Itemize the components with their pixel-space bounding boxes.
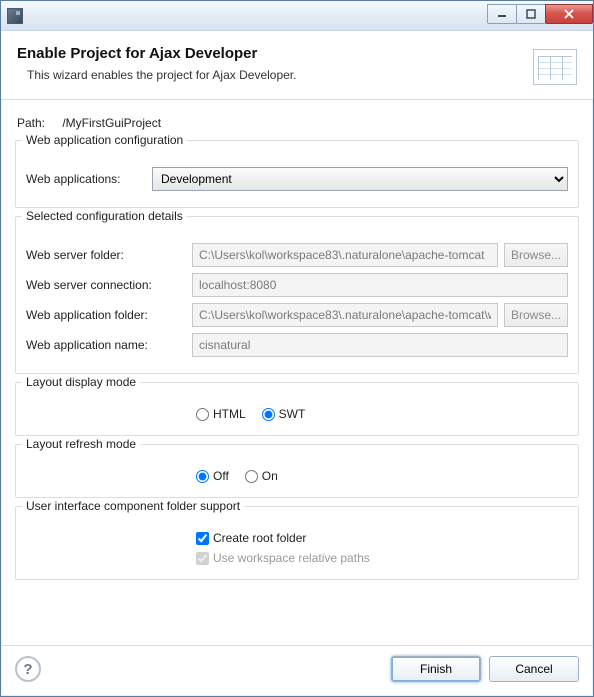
radio-on[interactable]: On — [245, 469, 278, 483]
group-layout-display: Layout display mode HTML SWT — [15, 382, 579, 436]
path-row: Path: /MyFirstGuiProject — [17, 116, 577, 130]
path-label: Path: — [17, 116, 59, 130]
radio-swt[interactable]: SWT — [262, 407, 306, 421]
radio-html[interactable]: HTML — [196, 407, 246, 421]
checkbox-create-root-input[interactable] — [196, 532, 209, 545]
group-layout-display-legend: Layout display mode — [22, 375, 140, 389]
radio-on-input[interactable] — [245, 470, 258, 483]
cancel-button[interactable]: Cancel — [489, 656, 579, 682]
server-connection-label: Web server connection: — [26, 278, 186, 292]
wizard-banner: Enable Project for Ajax Developer This w… — [1, 31, 593, 100]
help-button[interactable]: ? — [15, 656, 41, 682]
group-selected-config: Selected configuration details Web serve… — [15, 216, 579, 374]
server-connection-field — [192, 273, 568, 297]
dialog-window: Enable Project for Ajax Developer This w… — [0, 0, 594, 697]
maximize-button[interactable] — [516, 4, 546, 24]
web-applications-select[interactable]: Development — [152, 167, 568, 191]
titlebar[interactable] — [1, 1, 593, 31]
app-folder-label: Web application folder: — [26, 308, 186, 322]
minimize-button[interactable] — [487, 4, 517, 24]
app-name-field — [192, 333, 568, 357]
web-applications-label: Web applications: — [26, 172, 146, 186]
server-folder-label: Web server folder: — [26, 248, 186, 262]
group-web-config: Web application configuration Web applic… — [15, 140, 579, 208]
group-ui-folder: User interface component folder support … — [15, 506, 579, 580]
app-folder-browse-button: Browse... — [504, 303, 568, 327]
wizard-title: Enable Project for Ajax Developer — [17, 45, 533, 62]
radio-off[interactable]: Off — [196, 469, 229, 483]
checkbox-use-workspace-input — [196, 552, 209, 565]
radio-off-input[interactable] — [196, 470, 209, 483]
wizard-content: Path: /MyFirstGuiProject Web application… — [1, 100, 593, 645]
wizard-footer: ? Finish Cancel — [1, 645, 593, 696]
radio-html-input[interactable] — [196, 408, 209, 421]
group-ui-folder-legend: User interface component folder support — [22, 499, 244, 513]
finish-button[interactable]: Finish — [391, 656, 481, 682]
path-value: /MyFirstGuiProject — [62, 116, 161, 130]
help-icon: ? — [23, 661, 32, 678]
checkbox-create-root[interactable]: Create root folder — [196, 531, 306, 545]
radio-swt-input[interactable] — [262, 408, 275, 421]
group-layout-refresh-legend: Layout refresh mode — [22, 437, 140, 451]
wizard-banner-icon — [533, 49, 577, 85]
app-folder-field — [192, 303, 498, 327]
checkbox-use-workspace: Use workspace relative paths — [196, 551, 370, 565]
server-folder-browse-button: Browse... — [504, 243, 568, 267]
app-name-label: Web application name: — [26, 338, 186, 352]
wizard-subtitle: This wizard enables the project for Ajax… — [27, 68, 533, 82]
app-icon — [7, 8, 23, 24]
group-web-config-legend: Web application configuration — [22, 133, 187, 147]
group-selected-config-legend: Selected configuration details — [22, 209, 187, 223]
close-button[interactable] — [545, 4, 593, 24]
server-folder-field — [192, 243, 498, 267]
group-layout-refresh: Layout refresh mode Off On — [15, 444, 579, 498]
